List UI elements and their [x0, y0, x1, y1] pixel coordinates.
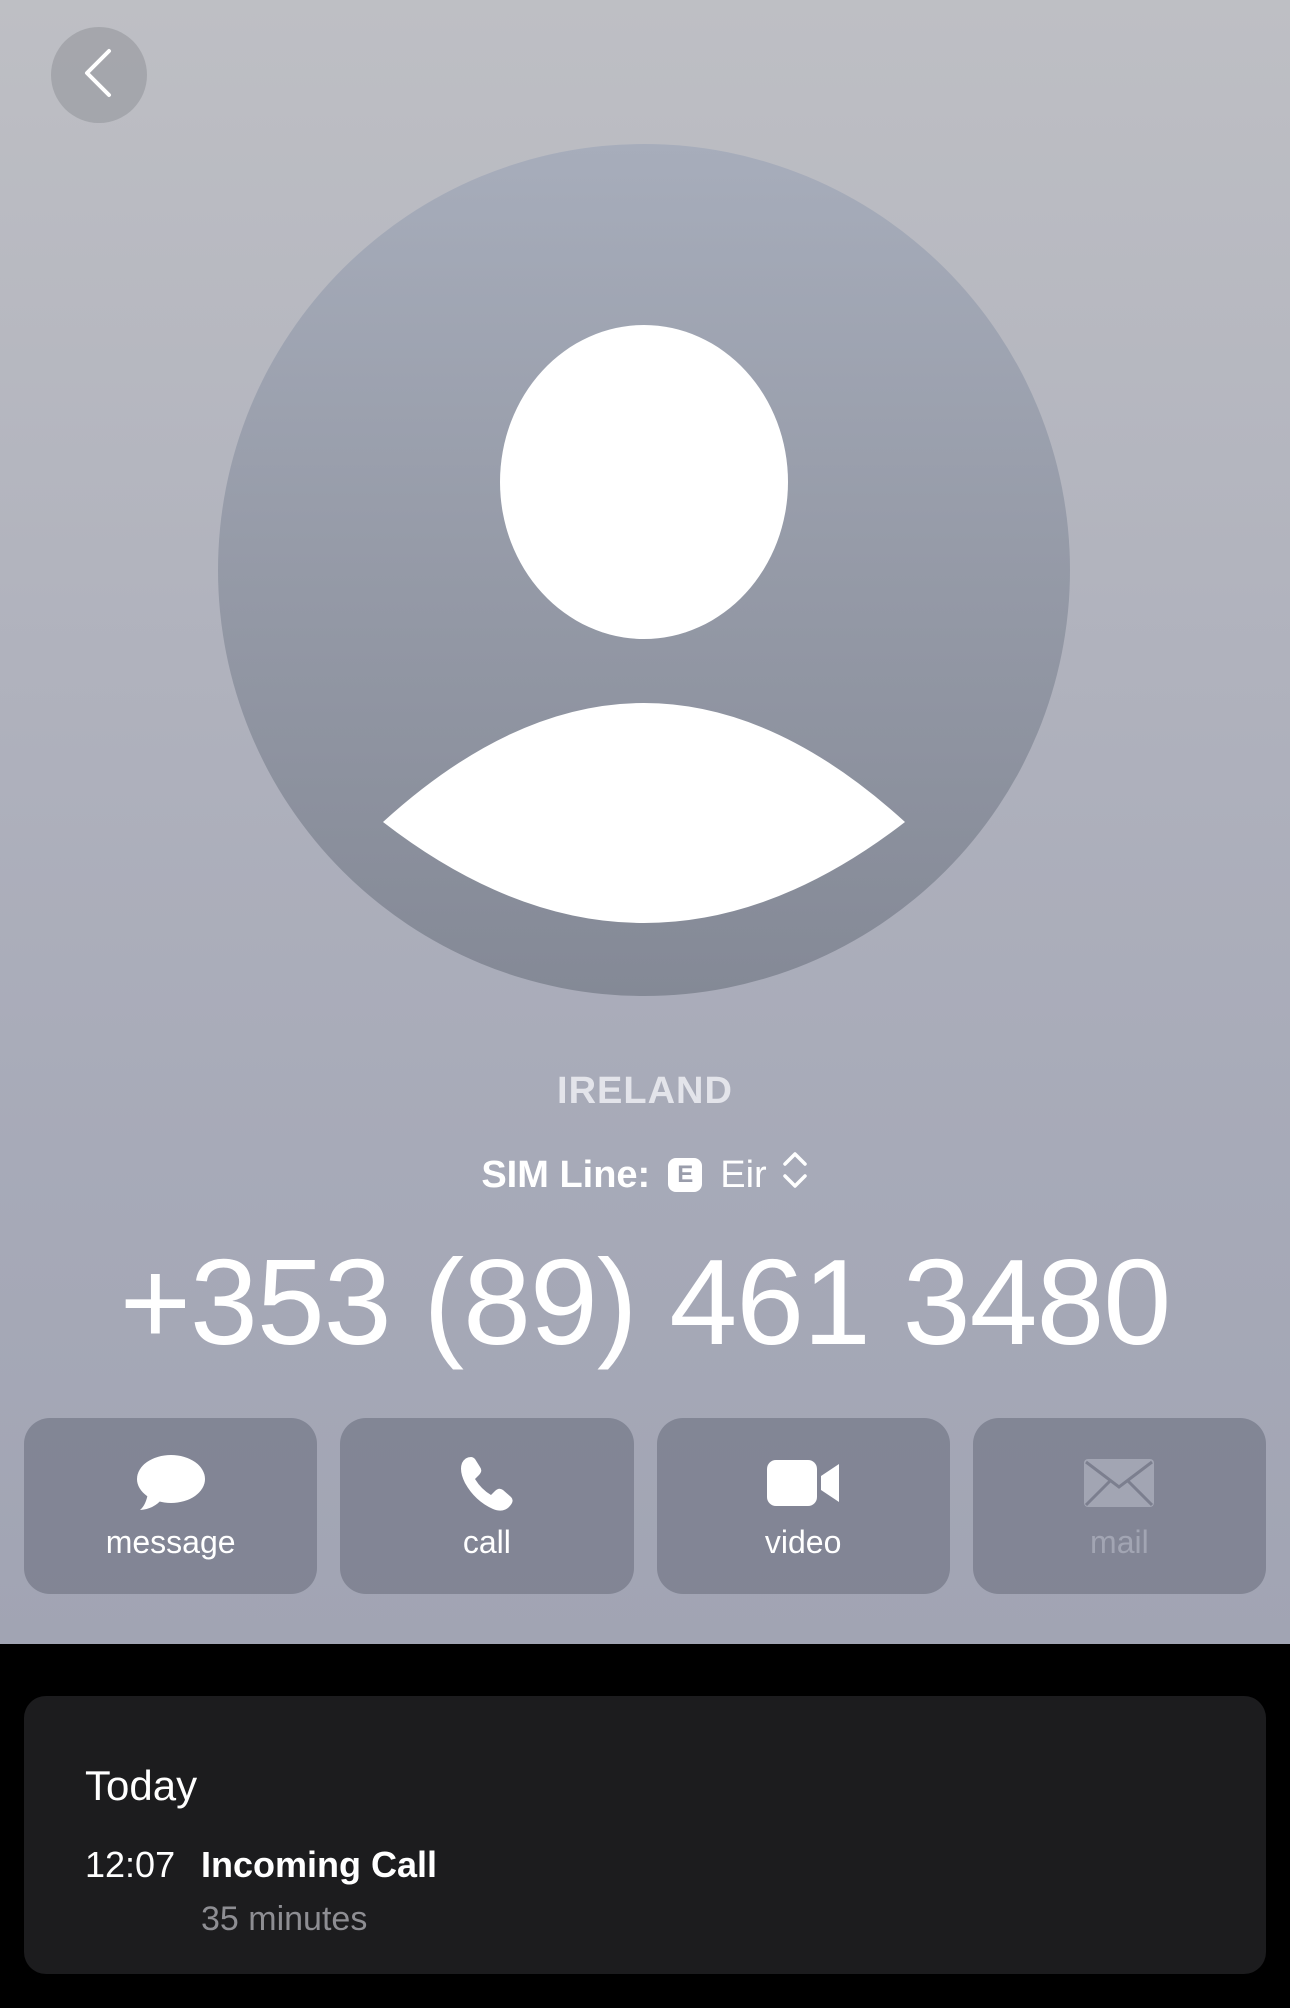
call-button[interactable]: call — [340, 1418, 634, 1594]
call-time: 12:07 — [85, 1844, 176, 1885]
back-button[interactable] — [51, 27, 147, 123]
call-history-card: Today 12:07 Incoming Call 35 minutes — [24, 1696, 1266, 1974]
action-buttons: message call video mail — [24, 1418, 1266, 1594]
sim-carrier-name: Eir — [720, 1153, 767, 1196]
call-type: Incoming Call — [201, 1844, 438, 1885]
video-camera-icon — [765, 1452, 841, 1514]
contact-header: IRELAND SIM Line: E Eir +353 (89) 461 34… — [0, 0, 1290, 1644]
video-button[interactable]: video — [656, 1418, 950, 1594]
history-day: Today — [85, 1762, 198, 1809]
phone-icon — [457, 1452, 517, 1514]
contact-screen: IRELAND SIM Line: E Eir +353 (89) 461 34… — [0, 0, 1290, 2008]
message-label: message — [105, 1523, 236, 1560]
message-button[interactable]: message — [24, 1418, 318, 1594]
phone-number: +353 (89) 461 3480 — [119, 1234, 1171, 1370]
call-duration: 35 minutes — [201, 1900, 368, 1938]
mail-button[interactable]: mail — [972, 1418, 1266, 1594]
sim-line-selector[interactable]: SIM Line: E Eir — [0, 1148, 1290, 1202]
call-label: call — [462, 1523, 511, 1560]
contact-country: IRELAND — [557, 1070, 733, 1112]
message-bubble-icon — [136, 1452, 206, 1514]
sim-badge-icon: E — [668, 1158, 703, 1192]
chevron-up-down-icon — [781, 1148, 809, 1202]
envelope-icon — [1082, 1452, 1156, 1514]
video-label: video — [764, 1523, 842, 1560]
mail-label: mail — [1090, 1523, 1149, 1560]
sim-line-label: SIM Line: — [481, 1153, 651, 1196]
contact-avatar — [218, 144, 1070, 996]
person-silhouette-icon — [383, 325, 905, 923]
chevron-left-icon — [79, 47, 119, 104]
